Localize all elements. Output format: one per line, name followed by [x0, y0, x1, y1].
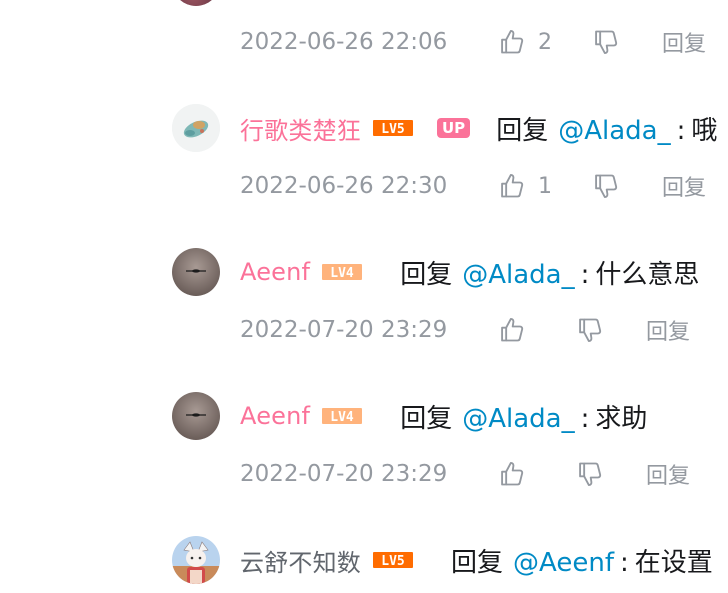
like-count: 1: [538, 173, 552, 199]
reply-prefix: 回复: [451, 547, 504, 578]
dislike-button[interactable]: [576, 460, 646, 488]
reply-time: 2022-06-26 22:30: [240, 173, 448, 199]
reply-header: Aeenf LV4 回复 @Alada_: 求助: [240, 398, 647, 434]
mention-link[interactable]: @Alada_: [462, 404, 574, 434]
reply-meta: 2022-06-26 22:06 2 回复: [240, 24, 706, 60]
reply-colon: :: [619, 547, 629, 578]
reply-content: 回复 @Alada_: 求助: [400, 398, 647, 435]
dislike-button[interactable]: [592, 172, 662, 200]
avatar[interactable]: [172, 536, 220, 584]
thumbs-down-icon: [576, 460, 604, 488]
reply-meta: 2022-07-20 23:29 回复: [240, 456, 690, 492]
username[interactable]: Aeenf: [240, 258, 310, 286]
like-button[interactable]: 2: [498, 28, 592, 56]
reply-colon: :: [676, 115, 686, 146]
avatar[interactable]: [172, 392, 220, 440]
thumbs-down-icon: [576, 316, 604, 344]
reply-button[interactable]: 回复: [646, 458, 690, 490]
reply-colon: :: [580, 259, 590, 290]
reply-header: Aeenf LV4 回复 @Alada_: 什么意思: [240, 254, 699, 290]
svg-text:LV5: LV5: [381, 122, 404, 137]
username[interactable]: Aeenf: [240, 402, 310, 430]
reply-prefix: 回复: [400, 259, 453, 290]
level-badge: LV4: [322, 407, 363, 425]
dislike-button[interactable]: [576, 316, 646, 344]
reply-button[interactable]: 回复: [646, 314, 690, 346]
avatar[interactable]: [172, 104, 220, 152]
reply-time: 2022-07-20 23:29: [240, 317, 448, 343]
level-badge: LV5: [373, 119, 413, 137]
reply-button[interactable]: 回复: [662, 170, 706, 202]
reply-prefix: 回复: [400, 403, 453, 434]
up-badge: UP: [437, 118, 471, 138]
reply-button[interactable]: 回复: [662, 26, 706, 58]
thumbs-down-icon: [592, 28, 620, 56]
level-badge: LV5: [373, 551, 413, 569]
svg-text:LV4: LV4: [330, 266, 354, 281]
svg-text:LV5: LV5: [381, 554, 404, 569]
reply-text: 什么意思: [595, 259, 700, 290]
reply-time: 2022-07-20 23:29: [240, 461, 448, 487]
reply-time: 2022-06-26 22:06: [240, 29, 448, 55]
username[interactable]: 行歌类楚狂: [240, 111, 361, 146]
mention-link[interactable]: @Alada_: [558, 116, 670, 146]
reply-prefix: 回复: [496, 115, 549, 146]
reply-content: 回复 @Alada_: 哦: [496, 110, 717, 147]
svg-text:LV4: LV4: [330, 410, 354, 425]
thumbs-up-icon: [498, 460, 526, 488]
like-button[interactable]: [498, 316, 576, 344]
reply-meta: 2022-07-20 23:29 回复: [240, 312, 690, 348]
reply-content: 回复 @Alada_: 什么意思: [400, 254, 699, 291]
thumbs-up-icon: [498, 172, 526, 200]
thumbs-down-icon: [592, 172, 620, 200]
dislike-button[interactable]: [592, 28, 662, 56]
avatar[interactable]: [172, 248, 220, 296]
reply-content: 回复 @Aeenf: 在设置: [451, 542, 713, 579]
reply-header: 行歌类楚狂 LV5 UP 回复 @Alada_: 哦: [240, 110, 717, 146]
mention-link[interactable]: @Aeenf: [513, 548, 614, 578]
reply-meta: 2022-06-26 22:30 1 回复: [240, 168, 706, 204]
like-button[interactable]: [498, 460, 576, 488]
like-button[interactable]: 1: [498, 172, 592, 200]
like-count: 2: [538, 29, 552, 55]
username[interactable]: 云舒不知数: [240, 543, 361, 578]
thumbs-up-icon: [498, 316, 526, 344]
comment-replies-area: 2022-06-26 22:06 2 回复 行歌类楚狂 LV5 UP 回复 @A…: [0, 0, 728, 593]
reply-text: 在设置: [634, 547, 713, 578]
level-badge: LV4: [322, 263, 363, 281]
reply-text: 哦: [691, 115, 718, 146]
reply-text: 求助: [595, 403, 648, 434]
reply-colon: :: [580, 403, 590, 434]
reply-header: 云舒不知数 LV5 回复 @Aeenf: 在设置: [240, 542, 713, 578]
thumbs-up-icon: [498, 28, 526, 56]
avatar[interactable]: [172, 0, 220, 6]
mention-link[interactable]: @Alada_: [462, 260, 574, 290]
